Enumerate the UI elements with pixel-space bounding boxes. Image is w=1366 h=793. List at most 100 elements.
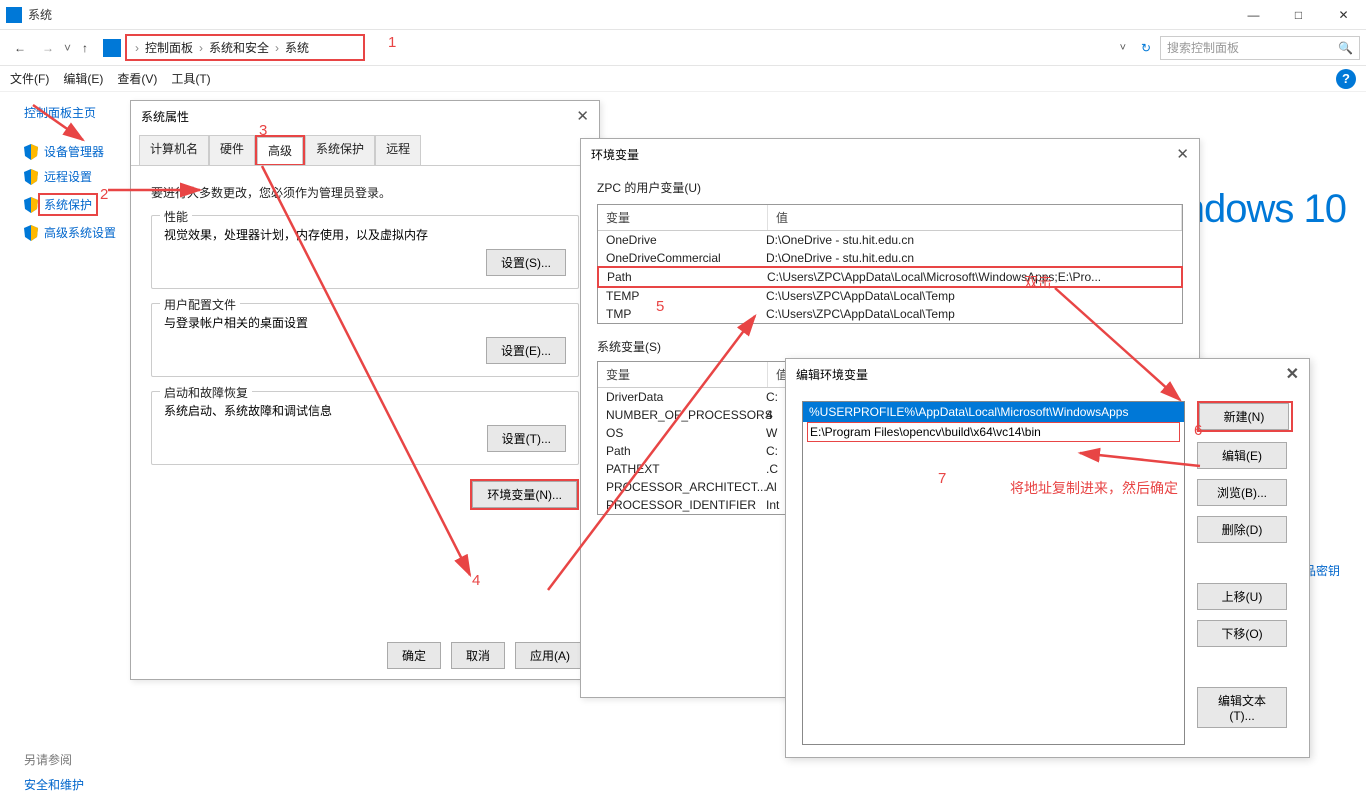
- search-placeholder: 搜索控制面板: [1167, 39, 1239, 56]
- anno-7: 7: [938, 470, 946, 487]
- tab-remote[interactable]: 远程: [375, 135, 421, 165]
- control-panel-home-link[interactable]: 控制面板主页: [24, 104, 140, 121]
- edit-text-button[interactable]: 编辑文本(T)...: [1197, 687, 1287, 728]
- dialog-body: %USERPROFILE%\AppData\Local\Microsoft\Wi…: [786, 389, 1309, 757]
- crumb-1[interactable]: 系统和安全: [207, 39, 271, 56]
- link-label-3: 高级系统设置: [44, 224, 116, 241]
- brand-area: ndows 10: [1183, 187, 1346, 232]
- link-label-0: 设备管理器: [44, 143, 104, 160]
- hdr-variable: 变量: [598, 362, 768, 387]
- close-icon[interactable]: ✕: [1176, 145, 1189, 163]
- window-title: 系统: [28, 6, 52, 23]
- close-icon[interactable]: ✕: [1286, 364, 1299, 384]
- ok-button[interactable]: 确定: [387, 642, 441, 669]
- tab-hardware[interactable]: 硬件: [209, 135, 255, 165]
- menu-tools[interactable]: 工具(T): [171, 70, 210, 87]
- dialog-title: 编辑环境变量: [796, 366, 868, 383]
- dialog-title-bar: 系统属性 ✕: [131, 101, 599, 131]
- help-icon[interactable]: ?: [1336, 69, 1356, 89]
- menu-view[interactable]: 查看(V): [117, 70, 157, 87]
- anno-2: 2: [100, 186, 108, 203]
- path-list[interactable]: %USERPROFILE%\AppData\Local\Microsoft\Wi…: [802, 401, 1185, 745]
- anno-5: 5: [656, 298, 664, 315]
- link-remote-settings[interactable]: 远程设置: [24, 168, 140, 185]
- menu-edit[interactable]: 编辑(E): [63, 70, 103, 87]
- anno-4: 4: [472, 572, 480, 589]
- delete-button[interactable]: 删除(D): [1197, 516, 1287, 543]
- anno-1: 1: [388, 34, 396, 51]
- dialog-title-bar: 环境变量 ✕: [581, 139, 1199, 169]
- dialog-title: 环境变量: [591, 146, 639, 163]
- table-row: TEMPC:\Users\ZPC\AppData\Local\Temp: [598, 287, 1182, 305]
- perf-settings-button[interactable]: 设置(S)...: [486, 249, 566, 276]
- profile-settings-button[interactable]: 设置(E)...: [486, 337, 566, 364]
- refresh-icon[interactable]: ↻: [1136, 41, 1156, 55]
- group-legend: 启动和故障恢复: [160, 384, 252, 401]
- button-column: 新建(N) 编辑(E) 浏览(B)... 删除(D) 上移(U) 下移(O) 编…: [1197, 401, 1293, 745]
- nav-bar: ← → ˅ ↑ › 控制面板 › 系统和安全 › 系统 ˅ ↻ 搜索控制面板 🔍: [0, 30, 1366, 66]
- edit-button[interactable]: 编辑(E): [1197, 442, 1287, 469]
- path-row[interactable]: PathC:\Users\ZPC\AppData\Local\Microsoft…: [597, 266, 1183, 288]
- path-item-1[interactable]: E:\Program Files\opencv\build\x64\vc14\b…: [807, 422, 1180, 442]
- address-dropdown[interactable]: ˅: [1114, 42, 1132, 54]
- move-down-button[interactable]: 下移(O): [1197, 620, 1287, 647]
- crumb-0[interactable]: 控制面板: [143, 39, 195, 56]
- user-vars-table[interactable]: 变量 值 OneDriveD:\OneDrive - stu.hit.edu.c…: [597, 204, 1183, 324]
- link-advanced-system-settings[interactable]: 高级系统设置: [24, 224, 140, 241]
- shield-icon: [24, 225, 38, 241]
- user-vars-label: ZPC 的用户变量(U): [597, 179, 1183, 196]
- breadcrumb[interactable]: › 控制面板 › 系统和安全 › 系统: [125, 34, 365, 61]
- search-input[interactable]: 搜索控制面板 🔍: [1160, 36, 1360, 60]
- tab-advanced[interactable]: 高级: [257, 137, 303, 164]
- link-device-manager[interactable]: 设备管理器: [24, 143, 140, 160]
- startup-group: 启动和故障恢复 系统启动、系统故障和调试信息 设置(T)...: [151, 391, 579, 465]
- table-row: OneDriveCommercialD:\OneDrive - stu.hit.…: [598, 249, 1182, 267]
- group-legend: 性能: [160, 208, 192, 225]
- table-row: TMPC:\Users\ZPC\AppData\Local\Temp: [598, 305, 1182, 323]
- link-security-maint[interactable]: 安全和维护: [24, 776, 140, 793]
- tab-computer-name[interactable]: 计算机名: [139, 135, 209, 165]
- move-up-button[interactable]: 上移(U): [1197, 583, 1287, 610]
- startup-settings-button[interactable]: 设置(T)...: [487, 425, 566, 452]
- startup-text: 系统启动、系统故障和调试信息: [164, 402, 566, 419]
- shield-icon: [24, 144, 38, 160]
- path-item-0[interactable]: %USERPROFILE%\AppData\Local\Microsoft\Wi…: [803, 402, 1184, 422]
- menu-bar: 文件(F) 编辑(E) 查看(V) 工具(T) ?: [0, 66, 1366, 92]
- title-bar: 系统 — □ ✕: [0, 0, 1366, 30]
- menu-file[interactable]: 文件(F): [10, 70, 49, 87]
- group-legend: 用户配置文件: [160, 296, 240, 313]
- cancel-button[interactable]: 取消: [451, 642, 505, 669]
- forward-button[interactable]: →: [36, 36, 60, 60]
- close-button[interactable]: ✕: [1321, 0, 1366, 30]
- dialog-title: 系统属性: [141, 108, 189, 125]
- edit-env-var-dialog: 编辑环境变量 ✕ %USERPROFILE%\AppData\Local\Mic…: [785, 358, 1310, 758]
- close-icon[interactable]: ✕: [576, 107, 589, 125]
- admin-text: 要进行大多数更改，您必须作为管理员登录。: [151, 184, 579, 201]
- anno-dblclick: 双击: [1024, 272, 1052, 292]
- windows-logo-text: ndows 10: [1183, 187, 1346, 231]
- browse-button[interactable]: 浏览(B)...: [1197, 479, 1287, 506]
- window-controls: — □ ✕: [1231, 0, 1366, 30]
- profile-text: 与登录帐户相关的桌面设置: [164, 314, 566, 331]
- link-label-1: 远程设置: [44, 168, 92, 185]
- link-label-2: 系统保护: [44, 198, 92, 212]
- new-button[interactable]: 新建(N): [1199, 403, 1289, 430]
- back-button[interactable]: ←: [8, 36, 32, 60]
- up-button[interactable]: ↑: [73, 36, 97, 60]
- table-row: OneDriveD:\OneDrive - stu.hit.edu.cn: [598, 231, 1182, 249]
- tab-protection[interactable]: 系统保护: [305, 135, 375, 165]
- app-icon: [6, 7, 22, 23]
- apply-button[interactable]: 应用(A): [515, 642, 585, 669]
- anno-6: 6: [1194, 422, 1202, 439]
- env-vars-button[interactable]: 环境变量(N)...: [472, 481, 577, 508]
- anno-3: 3: [259, 122, 267, 139]
- address-icon: [103, 39, 121, 57]
- user-vars-section: ZPC 的用户变量(U) 变量 值 OneDriveD:\OneDrive - …: [581, 169, 1199, 324]
- minimize-button[interactable]: —: [1231, 0, 1276, 30]
- crumb-2[interactable]: 系统: [283, 39, 311, 56]
- performance-group: 性能 视觉效果，处理器计划，内存使用，以及虚拟内存 设置(S)...: [151, 215, 579, 289]
- search-icon: 🔍: [1338, 41, 1353, 55]
- link-system-protection[interactable]: 系统保护: [24, 193, 140, 216]
- maximize-button[interactable]: □: [1276, 0, 1321, 30]
- history-dropdown[interactable]: ˅: [64, 41, 71, 55]
